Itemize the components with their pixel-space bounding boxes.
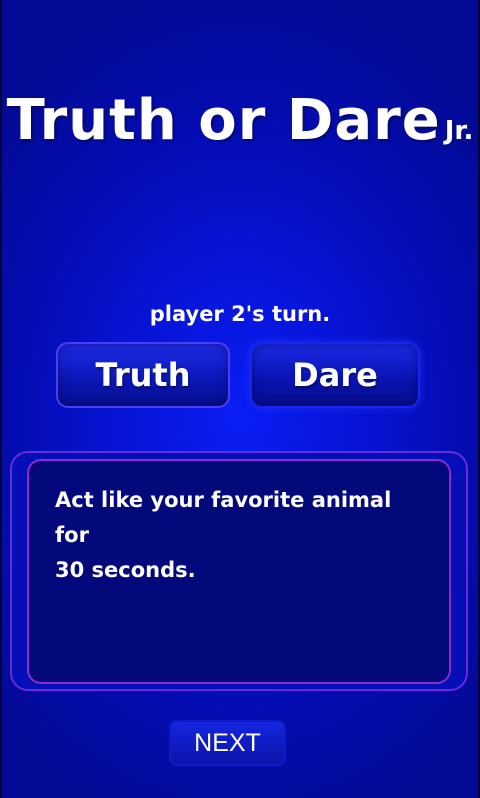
dare-button[interactable]: Dare [250, 342, 420, 408]
next-button-label: NEXT [194, 728, 261, 757]
app-title-suffix: Jr. [444, 116, 474, 146]
prompt-text: Act like your favorite animal for 30 sec… [55, 483, 423, 588]
prompt-text-line-2: 30 seconds. [55, 558, 196, 582]
prompt-card: Act like your favorite animal for 30 sec… [27, 459, 451, 684]
truth-button[interactable]: Truth [56, 342, 230, 408]
truth-button-label: Truth [95, 356, 191, 394]
turn-indicator: player 2's turn. [149, 302, 331, 326]
next-button[interactable]: NEXT [169, 720, 286, 766]
app-title-main: Truth or Dare [6, 88, 441, 153]
app-title: Truth or Dare Jr. [0, 88, 480, 153]
prompt-text-line-1: Act like your favorite animal for [55, 488, 392, 547]
dare-button-label: Dare [292, 356, 378, 394]
